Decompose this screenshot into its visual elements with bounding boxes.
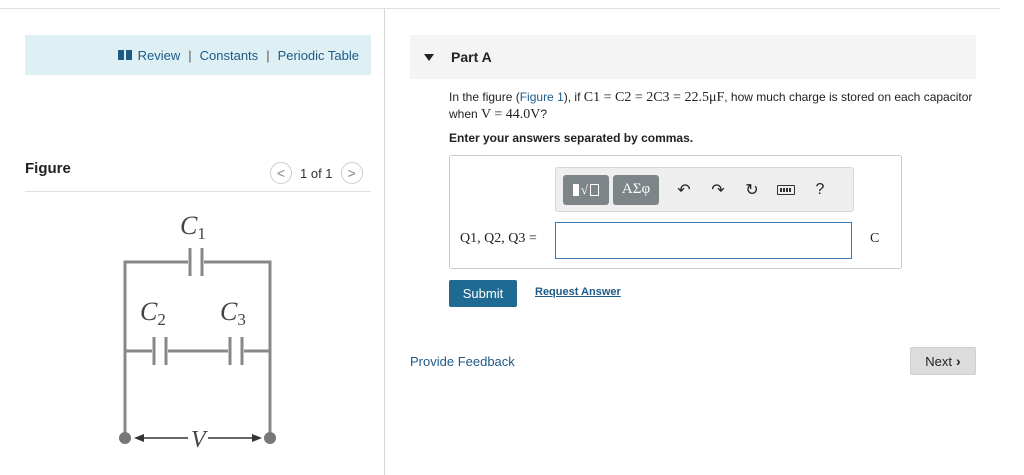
figure-title: Figure	[25, 160, 71, 177]
question-text: In the figure (Figure 1), if C1 = C2 = 2…	[449, 90, 973, 122]
next-figure-button[interactable]: >	[340, 162, 363, 184]
voltage-arrowhead-right	[252, 434, 262, 442]
review-link[interactable]: Review	[138, 48, 181, 63]
column-divider	[384, 9, 385, 475]
keyboard-button[interactable]	[769, 175, 803, 205]
resource-separator: |	[188, 47, 192, 63]
figure-pager: < 1 of 1 >	[270, 162, 363, 184]
label-v: V	[191, 427, 208, 453]
instruction-text: Enter your answers separated by commas.	[449, 131, 694, 145]
book-icon	[117, 50, 132, 60]
reset-button[interactable]: ↻	[735, 175, 769, 205]
label-c2: C2	[140, 297, 166, 329]
redo-button[interactable]: ↷	[701, 175, 735, 205]
terminal-right	[264, 432, 276, 444]
answer-input[interactable]	[555, 222, 852, 259]
submit-button[interactable]: Submit	[449, 280, 517, 307]
prev-figure-button[interactable]: <	[270, 162, 292, 184]
part-title: Part A	[451, 49, 492, 65]
answer-box: √ ΑΣφ ↶ ↷ ↻ ? Q1, Q2, Q3 = C	[449, 155, 902, 269]
reset-icon: ↻	[745, 181, 759, 199]
resource-separator: |	[266, 47, 270, 63]
voltage-arrowhead-left	[134, 434, 144, 442]
undo-button[interactable]: ↶	[667, 175, 701, 205]
provide-feedback-link[interactable]: Provide Feedback	[410, 354, 515, 369]
top-rule	[0, 8, 1000, 9]
unit-label: C	[870, 231, 880, 246]
math-toolbar: √ ΑΣφ ↶ ↷ ↻ ?	[555, 167, 854, 212]
chevron-right-icon: ›	[956, 353, 961, 369]
figure-rule	[25, 191, 371, 192]
templates-icon	[572, 183, 579, 196]
next-button[interactable]: Next ›	[910, 347, 976, 375]
terminal-left	[119, 432, 131, 444]
redo-icon: ↷	[711, 181, 725, 199]
condition-math: C1 = C2 = 2C3 = 22.5μF	[583, 90, 725, 105]
part-a-header[interactable]: Part A	[410, 35, 976, 79]
request-answer-link[interactable]: Request Answer	[535, 286, 621, 298]
greek-symbols-button[interactable]: ΑΣφ	[613, 174, 659, 205]
figure-link[interactable]: Figure 1	[520, 90, 564, 104]
label-c3: C3	[220, 297, 246, 329]
answer-label: Q1, Q2, Q3 =	[460, 231, 537, 246]
help-button[interactable]: ?	[803, 175, 837, 205]
voltage-math: V = 44.0V	[481, 107, 541, 122]
templates-button[interactable]: √	[563, 174, 609, 205]
circuit-diagram: C1 C2 C3 V	[119, 211, 276, 453]
figure-counter: 1 of 1	[300, 165, 333, 181]
label-c1: C1	[180, 211, 206, 243]
resource-bar: Review | Constants | Periodic Table	[25, 35, 371, 75]
periodic-table-link[interactable]: Periodic Table	[278, 48, 359, 63]
collapse-caret-icon[interactable]	[424, 53, 434, 61]
keyboard-icon	[777, 184, 795, 195]
constants-link[interactable]: Constants	[200, 48, 259, 63]
undo-icon: ↶	[677, 181, 691, 199]
